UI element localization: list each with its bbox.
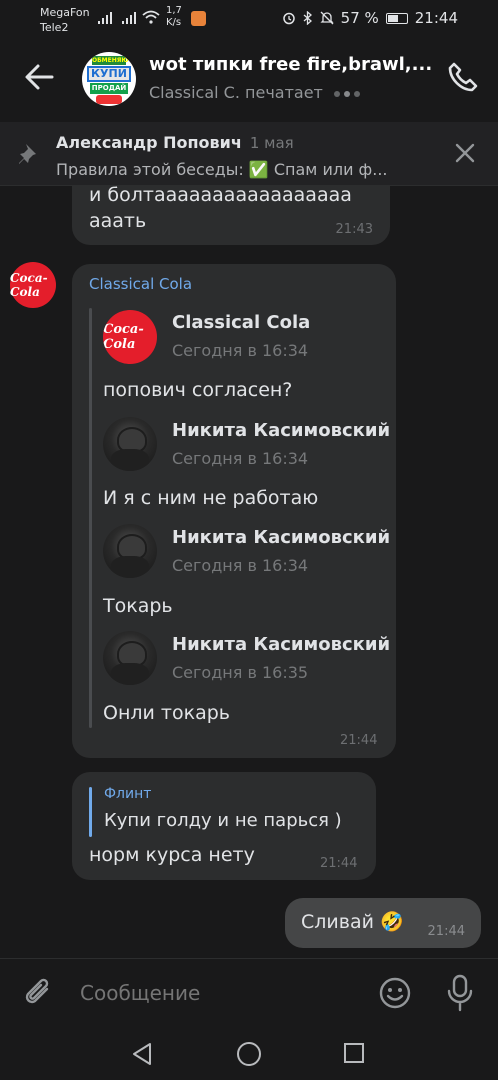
- battery-icon: [385, 12, 408, 24]
- status-bar: MegaFon Tele2 1,7 K/s 57 % 21:44: [0, 0, 498, 40]
- status-right: 57 % 21:44: [282, 9, 458, 27]
- forwarded-author[interactable]: Никита Касимовский: [172, 420, 390, 441]
- forwarded-text: попович согласен?: [103, 379, 293, 401]
- message-text-line1: и болтааааааааааааааааа: [89, 186, 352, 206]
- chat-avatar[interactable]: ОБМЕНЯЮ КУПИ ПРОДАЙ: [82, 52, 136, 106]
- forward-line: [89, 308, 92, 728]
- message-time: 21:43: [335, 222, 373, 237]
- nav-home-icon[interactable]: [237, 1042, 261, 1066]
- network-speed: 1,7 K/s: [166, 5, 182, 29]
- forwarded-date: Сегодня в 16:35: [172, 663, 309, 682]
- carrier-1: MegaFon: [40, 6, 90, 19]
- nav-back-icon[interactable]: [131, 1042, 153, 1066]
- carrier-names: MegaFon Tele2: [40, 5, 90, 35]
- avatar-text-bot: ПРОДАЙ: [90, 83, 128, 94]
- message-text: норм курса нету: [89, 844, 255, 866]
- pin-icon: [19, 144, 36, 164]
- forwarded-author[interactable]: Classical Cola: [172, 312, 310, 333]
- emoji-icon[interactable]: [378, 976, 412, 1010]
- alarm-icon: [282, 12, 295, 25]
- message-text: Сливай 🤣: [301, 911, 404, 933]
- speed-value: 1,7: [166, 5, 182, 16]
- forwarded-text: Онли токарь: [103, 702, 230, 724]
- battery-percent: 57 %: [340, 9, 379, 27]
- signal-1-icon: [98, 12, 112, 24]
- forwarded-text: И я с ним не работаю: [103, 487, 319, 509]
- nav-recent-apps-icon[interactable]: [344, 1043, 364, 1063]
- chat-header: ОБМЕНЯЮ КУПИ ПРОДАЙ wot типки free fire,…: [0, 40, 498, 116]
- bluetooth-icon: [303, 11, 312, 25]
- message-input[interactable]: [80, 981, 360, 1005]
- avatar-text-top: ОБМЕНЯЮ: [92, 56, 129, 65]
- message-composer: [0, 958, 498, 1030]
- mute-icon: [320, 11, 334, 25]
- forwarded-date: Сегодня в 16:34: [172, 449, 309, 468]
- avatar-decoration: [96, 95, 122, 104]
- system-nav-bar: [0, 1030, 498, 1080]
- paperclip-icon[interactable]: [22, 975, 56, 1011]
- pinned-date: 1 мая: [249, 134, 294, 152]
- back-arrow-icon[interactable]: [22, 60, 56, 94]
- message-bubble-outgoing[interactable]: Сливай 🤣 21:44: [285, 898, 481, 948]
- forwarded-author[interactable]: Никита Касимовский: [172, 634, 390, 655]
- typing-dots-icon: [333, 83, 364, 102]
- forwarded-avatar[interactable]: [103, 524, 157, 578]
- close-icon[interactable]: [454, 142, 476, 164]
- message-time: 21:44: [340, 733, 378, 748]
- message-time: 21:44: [427, 924, 465, 939]
- microphone-icon[interactable]: [446, 974, 474, 1012]
- pinned-message[interactable]: Александр Попович 1 мая Правила этой бесе…: [0, 122, 498, 186]
- phone-icon[interactable]: [446, 60, 480, 94]
- app-notification-icon: [191, 11, 206, 26]
- forwarded-date: Сегодня в 16:34: [172, 341, 309, 360]
- forwarded-date: Сегодня в 16:34: [172, 556, 309, 575]
- forwarded-avatar[interactable]: Coca-Cola: [103, 310, 157, 364]
- message-text-line2: ааать: [89, 210, 147, 232]
- clock: 21:44: [414, 9, 458, 27]
- forwarded-avatar[interactable]: [103, 417, 157, 471]
- reply-author[interactable]: Флинт: [104, 786, 151, 802]
- chat-status: Classical C. печатает: [149, 83, 364, 102]
- sender-avatar[interactable]: Coca-Cola: [10, 262, 56, 308]
- forwarded-text: Токарь: [103, 595, 173, 617]
- typing-status-text: Classical C. печатает: [149, 83, 323, 102]
- pinned-text: Правила этой беседы: ✅ Спам или ф...: [56, 160, 388, 179]
- carrier-2: Tele2: [40, 21, 69, 34]
- pinned-author-name: Александр Попович: [56, 133, 242, 152]
- message-bubble[interactable]: и болтааааааааааааааааа ааать 21:43: [72, 186, 390, 245]
- pinned-author: Александр Попович 1 мая: [56, 133, 294, 152]
- chat-title[interactable]: wot типки free fire,brawl,...: [149, 54, 434, 75]
- signal-2-icon: [122, 12, 136, 24]
- message-sender[interactable]: Classical Cola: [89, 275, 192, 293]
- forwarded-author[interactable]: Никита Касимовский: [172, 527, 390, 548]
- wifi-icon: [142, 10, 160, 24]
- reply-quote[interactable]: Купи голду и не парься ): [104, 810, 342, 831]
- reply-line: [89, 787, 92, 837]
- forwarded-avatar[interactable]: [103, 631, 157, 685]
- message-time: 21:44: [320, 856, 358, 871]
- avatar-text-mid: КУПИ: [87, 66, 131, 82]
- speed-unit: K/s: [166, 17, 182, 28]
